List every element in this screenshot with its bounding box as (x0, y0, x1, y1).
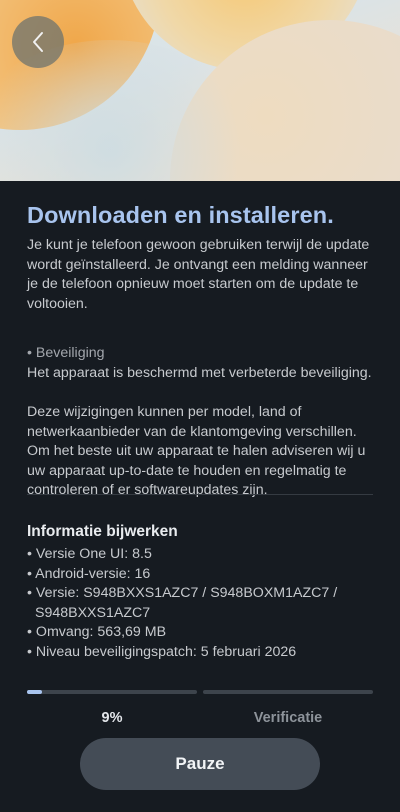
info-list: • Versie One UI: 8.5 • Android-versie: 1… (27, 545, 377, 662)
pause-button[interactable]: Pauze (80, 738, 320, 790)
divider (27, 494, 373, 495)
page-title: Downloaden en installeren. (27, 202, 334, 228)
intro-text: Je kunt je telefoon gewoon gebruiken ter… (27, 237, 370, 312)
info-item: • Niveau beveiligingspatch: 5 februari 2… (27, 643, 297, 660)
chevron-left-icon (33, 32, 43, 52)
progress-percent: 9% (101, 710, 123, 726)
info-item: • Omvang: 563,69 MB (27, 624, 167, 640)
security-text: Het apparaat is beschermd met verbeterde… (27, 364, 372, 381)
verification-progress-bar (203, 690, 373, 694)
download-progress-bar (27, 690, 197, 694)
info-title: Informatie bijwerken (27, 523, 178, 540)
security-section: • Beveiliging Het apparaat is beschermd … (27, 344, 377, 383)
download-progress-fill (27, 690, 43, 694)
info-item-continued: S948BXXS1AZC7 (35, 604, 151, 621)
back-button[interactable] (12, 16, 64, 68)
info-item: • Versie One UI: 8.5 (27, 546, 152, 562)
update-description: Downloaden en installeren. Je kunt je te… (27, 200, 377, 501)
header-illustration (0, 0, 400, 181)
info-item: • Versie: S948BXXS1AZC7 / S948BOXM1AZC7 … (27, 585, 338, 601)
disclaimer-text: Deze wijzigingen kunnen per model, land … (27, 404, 366, 498)
info-item: • Android-versie: 16 (27, 565, 151, 582)
security-bullet: • Beveiliging (27, 345, 105, 361)
verification-label: Verificatie (253, 710, 323, 726)
